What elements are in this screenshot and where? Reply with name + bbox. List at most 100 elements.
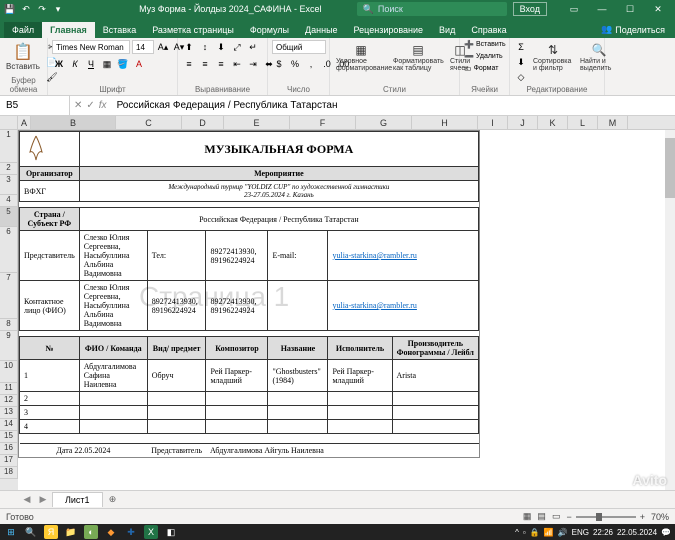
- tab-pagelayout[interactable]: Разметка страницы: [144, 22, 242, 38]
- italic-button[interactable]: К: [68, 57, 82, 71]
- share-button[interactable]: 👥 Поделиться: [591, 21, 675, 38]
- fill-button[interactable]: ⬇: [514, 55, 528, 69]
- start-button[interactable]: ⊞: [4, 525, 18, 539]
- align-left-button[interactable]: ≡: [182, 57, 196, 71]
- tab-review[interactable]: Рецензирование: [346, 22, 432, 38]
- redo-icon[interactable]: ↷: [36, 3, 48, 15]
- currency-button[interactable]: $: [272, 57, 286, 71]
- tray-notifications-icon[interactable]: 💬: [661, 528, 671, 537]
- col-h[interactable]: H: [412, 116, 478, 129]
- wrap-text-button[interactable]: ↵: [246, 40, 260, 54]
- minimize-button[interactable]: —: [589, 4, 615, 15]
- tray-lang[interactable]: ENG: [572, 528, 589, 537]
- sheet-tab[interactable]: Лист1: [52, 492, 103, 507]
- col-a[interactable]: A: [18, 116, 31, 129]
- number-format-select[interactable]: Общий: [272, 40, 326, 54]
- col-j[interactable]: J: [508, 116, 538, 129]
- sheet-nav-next[interactable]: ▶: [36, 494, 50, 505]
- paste-button[interactable]: 📋 Вставить: [4, 40, 42, 73]
- tray-icon-2[interactable]: 🔒: [530, 528, 540, 537]
- col-e[interactable]: E: [224, 116, 290, 129]
- search-box[interactable]: 🔍 Поиск: [357, 2, 507, 16]
- enter-formula-icon[interactable]: ✓: [86, 100, 94, 111]
- taskbar-app4[interactable]: ◧: [164, 525, 178, 539]
- clear-button[interactable]: ◇: [514, 70, 528, 84]
- add-sheet-button[interactable]: ⊕: [105, 494, 121, 505]
- zoom-in-icon[interactable]: +: [640, 512, 645, 522]
- contact-email-link[interactable]: yulia-starkina@rambler.ru: [332, 301, 416, 310]
- format-cells-button[interactable]: ▭Формат: [464, 64, 498, 73]
- view-pagelayout-icon[interactable]: ▤: [537, 511, 546, 522]
- qat-more-icon[interactable]: ▾: [52, 3, 64, 15]
- tab-formulas[interactable]: Формулы: [242, 22, 297, 38]
- underline-button[interactable]: Ч: [84, 57, 98, 71]
- autosave-icon[interactable]: 💾: [4, 3, 16, 15]
- align-right-button[interactable]: ≡: [214, 57, 228, 71]
- tab-data[interactable]: Данные: [297, 22, 346, 38]
- row-headers[interactable]: 1 2 3 4 5 6 7 8 9 10 11 12 13 14 15 16 1…: [0, 130, 18, 490]
- sort-filter-button[interactable]: ⇅Сортировка и фильтр: [531, 40, 575, 74]
- zoom-slider[interactable]: − +: [566, 512, 645, 522]
- insert-cells-button[interactable]: ➕Вставить: [464, 40, 506, 49]
- comma-button[interactable]: ,: [304, 57, 318, 71]
- taskbar-search[interactable]: 🔍: [24, 525, 38, 539]
- find-select-button[interactable]: 🔍Найти и выделить: [578, 40, 620, 74]
- login-button[interactable]: Вход: [513, 2, 547, 16]
- orientation-button[interactable]: ⤢: [230, 40, 244, 54]
- decrease-indent-button[interactable]: ⇤: [230, 57, 244, 71]
- col-d[interactable]: D: [182, 116, 224, 129]
- col-f[interactable]: F: [290, 116, 356, 129]
- view-normal-icon[interactable]: ▦: [523, 511, 532, 522]
- col-l[interactable]: L: [568, 116, 598, 129]
- view-pagebreak-icon[interactable]: ▭: [552, 511, 561, 522]
- tray-time[interactable]: 22:26: [593, 528, 613, 537]
- close-button[interactable]: ✕: [645, 4, 671, 15]
- align-center-button[interactable]: ≡: [198, 57, 212, 71]
- increase-indent-button[interactable]: ⇥: [246, 57, 260, 71]
- tab-insert[interactable]: Вставка: [95, 22, 144, 38]
- taskbar-app1[interactable]: ◐: [84, 525, 98, 539]
- col-b[interactable]: B: [31, 116, 116, 129]
- increase-font-button[interactable]: A▴: [156, 40, 170, 54]
- align-middle-button[interactable]: ↕: [198, 40, 212, 54]
- zoom-out-icon[interactable]: −: [566, 512, 571, 522]
- font-color-button[interactable]: A: [132, 57, 146, 71]
- fx-icon[interactable]: fx: [99, 100, 107, 111]
- fill-color-button[interactable]: 🪣: [116, 57, 130, 71]
- bold-button[interactable]: Ж: [52, 57, 66, 71]
- col-c[interactable]: C: [116, 116, 182, 129]
- taskbar-yandex[interactable]: Я: [44, 525, 58, 539]
- select-all-corner[interactable]: [0, 116, 18, 129]
- taskbar-app3[interactable]: ✚: [124, 525, 138, 539]
- undo-icon[interactable]: ↶: [20, 3, 32, 15]
- spreadsheet-grid[interactable]: A B C D E F G H I J K L M 1 2 3 4 5 6 7 …: [0, 116, 675, 490]
- maximize-button[interactable]: ☐: [617, 4, 643, 15]
- tray-volume-icon[interactable]: 🔊: [558, 528, 568, 537]
- border-button[interactable]: ▦: [100, 57, 114, 71]
- tab-home[interactable]: Главная: [42, 22, 95, 38]
- delete-cells-button[interactable]: ➖Удалить: [464, 52, 503, 61]
- format-table-button[interactable]: ▤Форматировать как таблицу: [391, 40, 445, 74]
- tray-wifi-icon[interactable]: 📶: [544, 528, 554, 537]
- align-bottom-button[interactable]: ⬇: [214, 40, 228, 54]
- font-name-select[interactable]: Times New Roman: [52, 40, 130, 54]
- tray-date[interactable]: 22.05.2024: [617, 528, 657, 537]
- align-top-button[interactable]: ⬆: [182, 40, 196, 54]
- taskbar-excel[interactable]: X: [144, 525, 158, 539]
- tab-help[interactable]: Справка: [463, 22, 514, 38]
- ribbon-options-icon[interactable]: ▭: [561, 4, 587, 15]
- conditional-format-button[interactable]: ▦Условное форматирование: [334, 40, 388, 74]
- tab-view[interactable]: Вид: [431, 22, 463, 38]
- autosum-button[interactable]: Σ: [514, 40, 528, 54]
- tray-icon-1[interactable]: ▫: [523, 528, 526, 537]
- tray-chevron-icon[interactable]: ^: [515, 528, 519, 537]
- col-g[interactable]: G: [356, 116, 412, 129]
- col-m[interactable]: M: [598, 116, 628, 129]
- vertical-scrollbar[interactable]: [665, 130, 675, 490]
- col-k[interactable]: K: [538, 116, 568, 129]
- taskbar-app2[interactable]: ◆: [104, 525, 118, 539]
- percent-button[interactable]: %: [288, 57, 302, 71]
- tab-file[interactable]: Файл: [4, 22, 42, 38]
- taskbar-fm[interactable]: 📁: [64, 525, 78, 539]
- email-link[interactable]: yulia-starkina@rambler.ru: [332, 251, 416, 260]
